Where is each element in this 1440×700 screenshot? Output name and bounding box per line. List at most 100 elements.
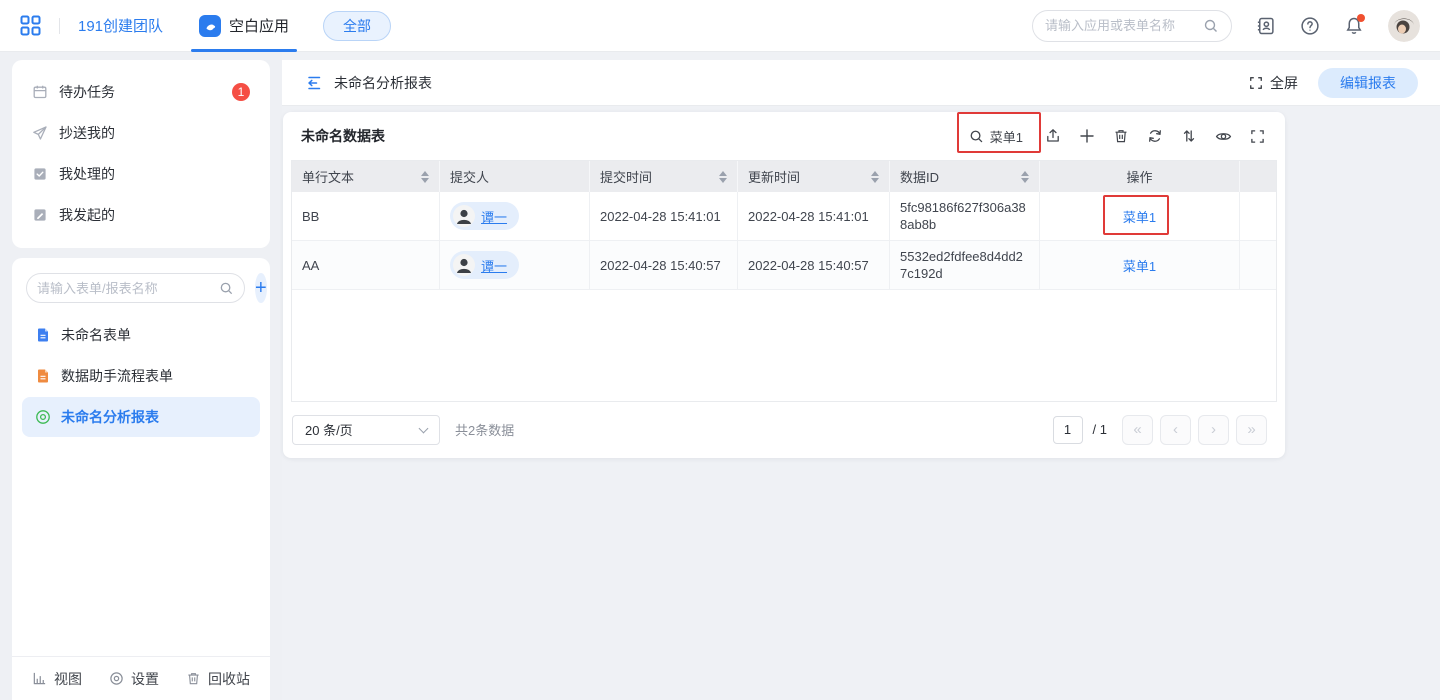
app-grid-icon[interactable] [20, 15, 41, 36]
table-search-button[interactable]: 菜单1 [969, 127, 1023, 146]
row-action-menu1-link[interactable]: 菜单1 [1123, 207, 1156, 226]
sidebar-item-cc-to-me[interactable]: 抄送我的 [12, 112, 270, 153]
todo-badge: 1 [232, 83, 250, 101]
col-header-submit-time[interactable]: 提交时间 [590, 161, 738, 192]
sidebar-item-unnamed-form[interactable]: 未命名表单 [22, 315, 260, 355]
export-icon[interactable] [1045, 128, 1061, 144]
submitter-avatar [453, 254, 475, 276]
sidebar-item-data-assistant-form[interactable]: 数据助手流程表单 [22, 356, 260, 396]
header-actions: 全屏 编辑报表 [1249, 68, 1418, 98]
sort-carets-icon[interactable] [865, 171, 879, 183]
first-page-button[interactable]: « [1122, 415, 1153, 445]
cell-update-time: 2022-04-28 15:40:57 [738, 241, 890, 289]
sort-carets-icon[interactable] [713, 171, 727, 183]
col-header-actions: 操作 [1040, 161, 1240, 192]
global-search-input[interactable] [1045, 18, 1195, 33]
submitter-chip[interactable]: 谭一 [450, 202, 519, 230]
col-header-update-time[interactable]: 更新时间 [738, 161, 890, 192]
col-label: 更新时间 [748, 167, 800, 186]
nav-divider [59, 18, 60, 34]
col-label: 单行文本 [302, 167, 354, 186]
settings-button[interactable]: 设置 [109, 669, 159, 689]
recycle-bin-button[interactable]: 回收站 [186, 669, 250, 689]
form-file-blue-icon [35, 327, 51, 343]
col-label: 操作 [1126, 167, 1152, 186]
toolbar-actions: 菜单1 [969, 127, 1275, 146]
sidebar-forms-card: + 未命名表单 数据助手流程表单 未命名分析报表 [12, 258, 270, 700]
next-page-button[interactable]: › [1198, 415, 1229, 445]
cell-filler [1240, 241, 1276, 289]
filter-all-pill[interactable]: 全部 [323, 11, 391, 41]
col-header-text[interactable]: 单行文本 [292, 161, 440, 192]
cell-actions: 菜单1 [1040, 192, 1240, 240]
chevron-down-icon [419, 423, 429, 433]
nav-left: 191创建团队 空白应用 全部 [20, 0, 391, 51]
sort-carets-icon[interactable] [415, 171, 429, 183]
edit-report-button[interactable]: 编辑报表 [1318, 68, 1418, 98]
views-button[interactable]: 视图 [32, 669, 82, 689]
col-label: 提交时间 [600, 167, 652, 186]
cell-text: AA [292, 241, 440, 289]
team-name-link[interactable]: 191创建团队 [78, 15, 163, 36]
help-icon[interactable] [1300, 16, 1320, 36]
app-logo-icon [199, 15, 221, 37]
table-search-label: 菜单1 [990, 127, 1023, 146]
app-tab-label: 空白应用 [229, 15, 289, 36]
main-area: 未命名分析报表 全屏 编辑报表 未命名数据表 菜单1 [282, 52, 1440, 700]
form-search-input[interactable] [37, 281, 213, 296]
visibility-icon[interactable] [1215, 128, 1232, 145]
table-fullscreen-icon[interactable] [1250, 129, 1265, 144]
notification-dot [1357, 14, 1365, 22]
bar-chart-icon [32, 671, 47, 686]
notification-bell-icon[interactable] [1344, 16, 1364, 36]
form-file-orange-icon [35, 368, 51, 384]
col-header-data-id[interactable]: 数据ID [890, 161, 1040, 192]
table-footer: 20 条/页 共2条数据 / 1 « ‹ › » [291, 402, 1277, 457]
tab-app-active[interactable]: 空白应用 [199, 0, 289, 52]
contacts-icon[interactable] [1256, 16, 1276, 36]
fullscreen-button[interactable]: 全屏 [1249, 73, 1298, 93]
unnamed-form-label: 未命名表单 [61, 325, 131, 345]
handled-by-me-label: 我处理的 [59, 164, 115, 184]
add-record-icon[interactable] [1079, 128, 1095, 144]
document-edit-icon [32, 207, 48, 223]
started-by-me-label: 我发起的 [59, 205, 115, 225]
submitter-chip[interactable]: 谭一 [450, 251, 519, 279]
fullscreen-icon [1249, 76, 1263, 90]
report-target-icon [35, 409, 51, 425]
sidebar-item-handled-by-me[interactable]: 我处理的 [12, 153, 270, 194]
sort-icon[interactable] [1181, 128, 1197, 144]
delete-icon[interactable] [1113, 128, 1129, 144]
sort-carets-icon[interactable] [1015, 171, 1029, 183]
table-header-row: 单行文本 提交人 提交时间 更新时间 数据ID [292, 161, 1276, 192]
cell-submitter: 谭一 [440, 192, 590, 240]
global-search[interactable] [1032, 10, 1232, 42]
page-number-input[interactable] [1053, 416, 1083, 444]
data-assistant-form-label: 数据助手流程表单 [61, 366, 173, 386]
total-count: 共2条数据 [455, 420, 514, 439]
add-form-button[interactable]: + [255, 273, 267, 303]
prev-page-button[interactable]: ‹ [1160, 415, 1191, 445]
search-icon [969, 129, 984, 144]
cell-filler [1240, 192, 1276, 240]
user-avatar[interactable] [1388, 10, 1420, 42]
last-page-button[interactable]: » [1236, 415, 1267, 445]
collapse-nav-icon[interactable] [304, 74, 322, 92]
table-row: BB 谭一 2022-04-28 15:41:01 2022-04-28 15:… [292, 192, 1276, 241]
cell-submit-time: 2022-04-28 15:40:57 [590, 241, 738, 289]
row-action-menu1-link[interactable]: 菜单1 [1123, 256, 1156, 275]
sidebar-item-todo-tasks[interactable]: 待办任务 1 [12, 71, 270, 112]
sidebar-footer: 视图 设置 回收站 [12, 656, 270, 700]
cc-to-me-label: 抄送我的 [59, 123, 115, 143]
sidebar-item-started-by-me[interactable]: 我发起的 [12, 194, 270, 235]
form-search[interactable] [26, 273, 245, 303]
col-label: 提交人 [450, 167, 489, 186]
top-navbar: 191创建团队 空白应用 全部 [0, 0, 1440, 52]
data-table-card: 未命名数据表 菜单1 [283, 112, 1285, 458]
page-size-select[interactable]: 20 条/页 [292, 415, 440, 445]
todo-calendar-icon [32, 84, 48, 100]
page-title: 未命名分析报表 [334, 73, 432, 93]
refresh-icon[interactable] [1147, 128, 1163, 144]
search-icon [1203, 18, 1219, 34]
sidebar-item-unnamed-report[interactable]: 未命名分析报表 [22, 397, 260, 437]
